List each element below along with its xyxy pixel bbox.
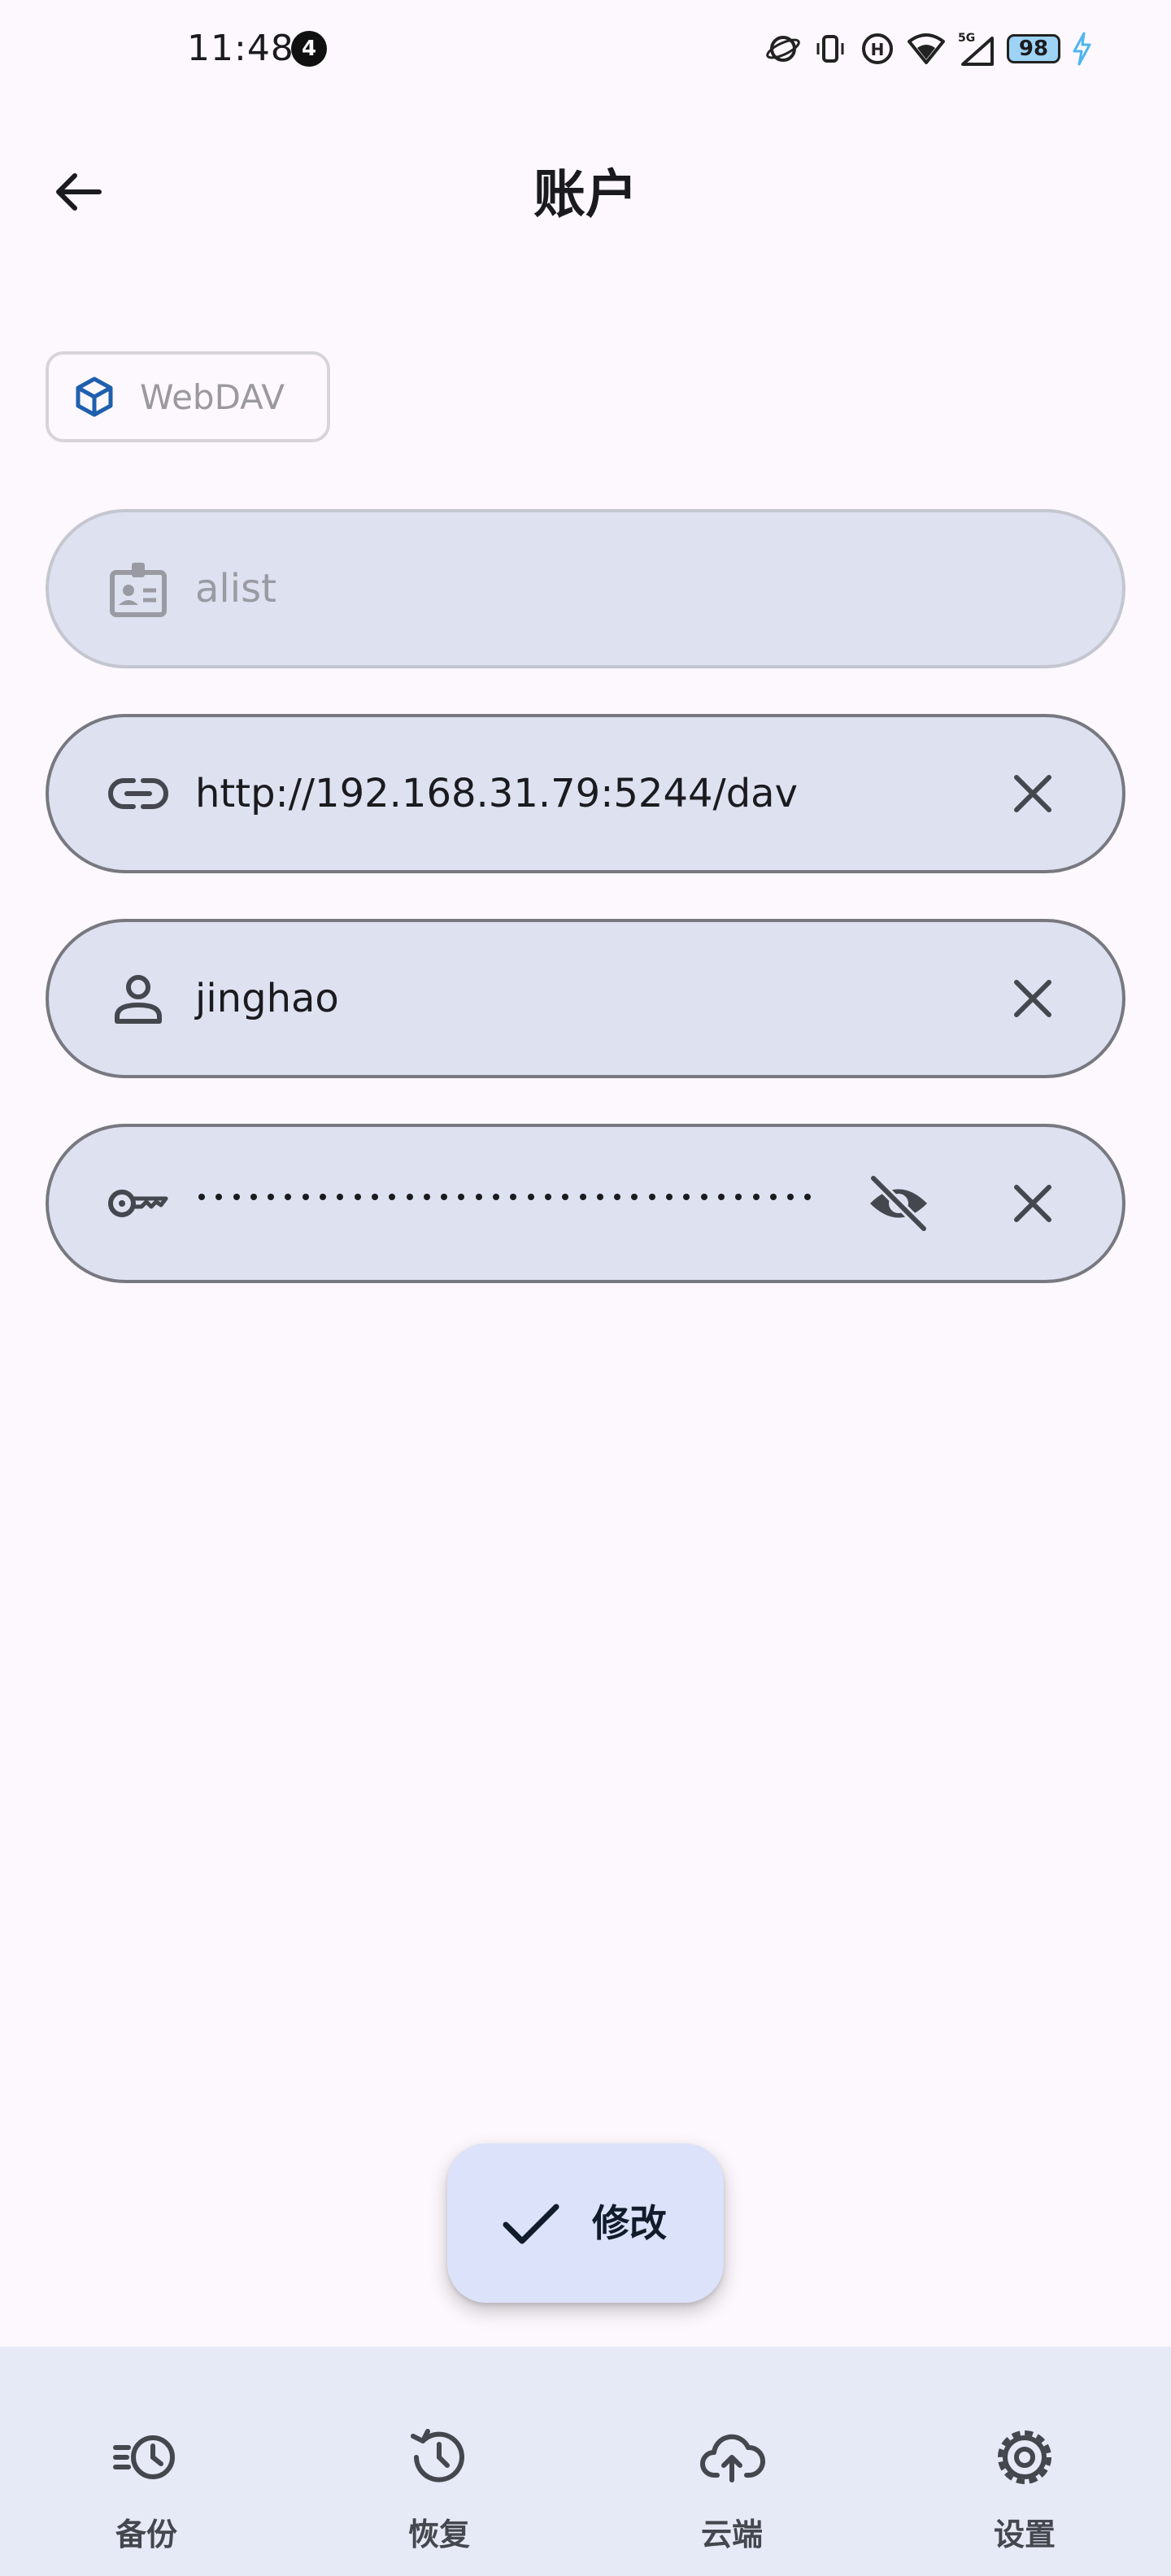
status-bar: 11:48 4 H 5G 98 (0, 0, 1171, 98)
account-type-label: WebDAV (140, 376, 285, 417)
history-icon (405, 2423, 473, 2491)
close-icon (1014, 980, 1051, 1017)
password-masked-value[interactable] (198, 1194, 812, 1200)
password-dot (596, 1194, 603, 1200)
battery-indicator: 98 (1007, 34, 1060, 63)
password-dot (562, 1194, 569, 1200)
svg-text:H: H (871, 40, 885, 59)
password-dot (302, 1194, 309, 1200)
nav-item-settings[interactable]: 设置 (878, 2347, 1171, 2576)
password-dot (320, 1194, 327, 1200)
password-dot (285, 1194, 292, 1200)
password-dot (371, 1194, 378, 1200)
hd-voice-icon: H (862, 33, 893, 64)
account-name-field: alist (46, 509, 1125, 668)
clear-username-button[interactable] (1000, 966, 1065, 1031)
password-dot (631, 1194, 638, 1200)
check-icon (503, 2204, 559, 2244)
password-dot (527, 1194, 534, 1200)
account-name-value: alist (195, 566, 276, 611)
save-changes-label: 修改 (592, 2201, 667, 2245)
password-dot (700, 1194, 707, 1200)
clear-url-button[interactable] (1000, 761, 1065, 826)
password-dot (423, 1194, 430, 1200)
close-icon (1014, 775, 1051, 812)
wifi-icon (908, 33, 945, 64)
password-dot (493, 1194, 500, 1200)
signal-5g-icon: 5G (958, 32, 994, 66)
password-dot (250, 1194, 257, 1200)
key-icon (106, 1171, 171, 1236)
password-field[interactable] (46, 1124, 1125, 1283)
password-dot (475, 1194, 482, 1200)
password-dot (458, 1194, 465, 1200)
vibrate-icon (816, 35, 844, 63)
password-dot (544, 1194, 551, 1200)
nav-item-cloud[interactable]: 云端 (586, 2347, 878, 2576)
battery-level: 98 (1018, 37, 1049, 61)
visibility-off-icon (869, 1174, 928, 1233)
status-time: 11:48 (187, 28, 294, 69)
cube-icon (76, 376, 113, 417)
page-title: 账户 (533, 165, 638, 225)
svg-text:5G: 5G (958, 32, 975, 45)
username-value[interactable]: jinghao (195, 976, 339, 1021)
close-icon (1014, 1185, 1051, 1222)
toggle-password-visibility-button[interactable] (862, 1167, 935, 1240)
password-dot (579, 1194, 586, 1200)
password-dot (233, 1194, 240, 1200)
nav-label-cloud: 云端 (700, 2517, 763, 2552)
clear-password-button[interactable] (1000, 1171, 1065, 1236)
link-icon (106, 761, 171, 826)
badge-icon (106, 556, 171, 621)
password-dot (268, 1194, 275, 1200)
password-dot (406, 1194, 413, 1200)
charging-icon (1073, 32, 1091, 66)
password-dot (804, 1194, 812, 1200)
nav-label-restore: 恢复 (407, 2517, 470, 2552)
password-dot (666, 1194, 673, 1200)
password-dot (683, 1194, 690, 1200)
nav-item-backup[interactable]: 备份 (0, 2347, 293, 2576)
bottom-navigation: 备份 恢复 云端 设置 (0, 2347, 1171, 2576)
password-dot (614, 1194, 621, 1200)
username-field[interactable]: jinghao (46, 919, 1125, 1078)
password-dot (389, 1194, 396, 1200)
password-dot (441, 1194, 448, 1200)
cloud-upload-icon (698, 2423, 766, 2491)
notification-count-badge: 4 (291, 31, 327, 67)
password-dot (198, 1194, 205, 1200)
status-icons: H 5G 98 (764, 29, 1093, 68)
account-type-chip[interactable]: WebDAV (46, 351, 330, 442)
person-icon (106, 966, 171, 1031)
backup-clock-icon (112, 2423, 181, 2491)
planet-app-icon (766, 36, 800, 62)
password-dot (787, 1194, 794, 1200)
save-changes-button[interactable]: 修改 (447, 2143, 724, 2303)
password-dot (215, 1194, 223, 1200)
url-value[interactable]: http://192.168.31.79:5244/dav (195, 771, 798, 816)
password-dot (337, 1194, 344, 1200)
password-dot (735, 1194, 742, 1200)
url-field[interactable]: http://192.168.31.79:5244/dav (46, 714, 1125, 873)
nav-item-restore[interactable]: 恢复 (293, 2347, 586, 2576)
password-dot (354, 1194, 361, 1200)
password-dot (717, 1194, 725, 1200)
nav-label-settings: 设置 (993, 2517, 1056, 2552)
gear-icon (990, 2423, 1059, 2491)
password-dot (648, 1194, 655, 1200)
nav-label-backup: 备份 (115, 2517, 177, 2552)
account-screen: 11:48 4 H 5G 98 账户 WebDAV alist http://1… (0, 0, 1171, 2576)
password-dot (752, 1194, 760, 1200)
password-dot (510, 1194, 517, 1200)
password-dot (769, 1194, 777, 1200)
